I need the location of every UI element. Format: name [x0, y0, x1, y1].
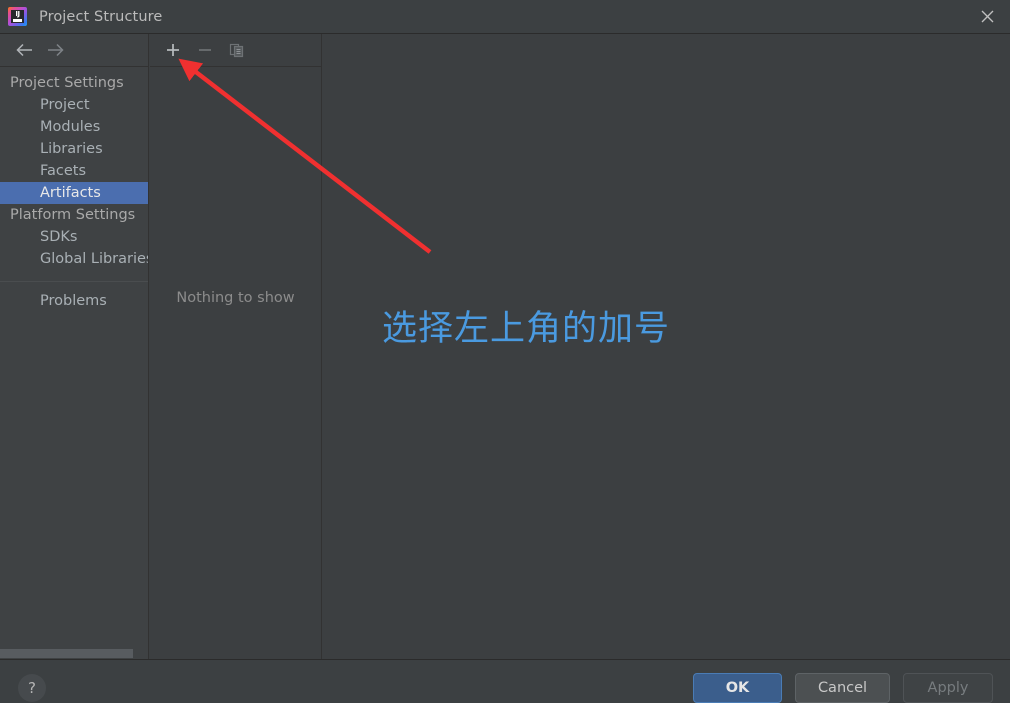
dialog-body: Project Settings Project Modules Librari…: [0, 34, 1010, 659]
sidebar-item-problems[interactable]: Problems: [0, 290, 148, 312]
app-icon-inner: IJ: [11, 10, 24, 23]
ok-button[interactable]: OK: [693, 673, 782, 703]
artifacts-list-panel: Nothing to show: [150, 34, 322, 659]
sidebar-separator: [0, 281, 148, 282]
project-structure-dialog: IJ Project Structure Project Settings Pr…: [0, 0, 1010, 703]
copy-glyph: [229, 43, 244, 58]
artifact-details-panel: [323, 34, 1010, 659]
settings-sidebar: Project Settings Project Modules Librari…: [0, 34, 149, 659]
close-glyph: [981, 10, 993, 23]
minus-icon[interactable]: [192, 37, 218, 63]
sidebar-item-sdks[interactable]: SDKs: [0, 226, 148, 248]
plus-glyph: [167, 44, 179, 56]
sidebar-group-project-settings: Project Settings: [10, 75, 124, 91]
sidebar-item-artifacts[interactable]: Artifacts: [0, 182, 148, 204]
sidebar-horizontal-scrollbar[interactable]: [0, 648, 148, 659]
arrow-right-icon[interactable]: [40, 38, 70, 62]
sidebar-item-global-libraries[interactable]: Global Libraries: [0, 248, 148, 270]
back-arrow-glyph: [16, 43, 32, 57]
app-icon-text: IJ: [15, 10, 20, 18]
sidebar-group-platform-settings: Platform Settings: [10, 207, 136, 223]
sidebar-item-libraries[interactable]: Libraries: [0, 138, 148, 160]
title-bar: IJ Project Structure: [0, 0, 1010, 34]
copy-icon[interactable]: [224, 37, 250, 63]
intellij-idea-icon: IJ: [8, 7, 27, 26]
sidebar-item-modules[interactable]: Modules: [0, 116, 148, 138]
close-icon[interactable]: [964, 0, 1010, 33]
artifacts-toolbar: [150, 34, 321, 67]
sidebar-nav-bar: [0, 34, 148, 67]
empty-state-label: Nothing to show: [176, 290, 295, 306]
app-icon-bar: [13, 19, 22, 22]
sidebar-item-list: Project Settings Project Modules Librari…: [0, 67, 148, 312]
arrow-left-icon[interactable]: [10, 38, 40, 62]
sidebar-scrollbar-thumb[interactable]: [0, 649, 133, 658]
cancel-button[interactable]: Cancel: [795, 673, 890, 703]
minus-glyph: [199, 49, 211, 51]
apply-button[interactable]: Apply: [903, 673, 993, 703]
sidebar-item-facets[interactable]: Facets: [0, 160, 148, 182]
window-title: Project Structure: [39, 8, 163, 25]
forward-arrow-glyph: [48, 43, 64, 57]
sidebar-item-project[interactable]: Project: [0, 94, 148, 116]
plus-icon[interactable]: [160, 37, 186, 63]
help-button[interactable]: ?: [18, 674, 46, 702]
